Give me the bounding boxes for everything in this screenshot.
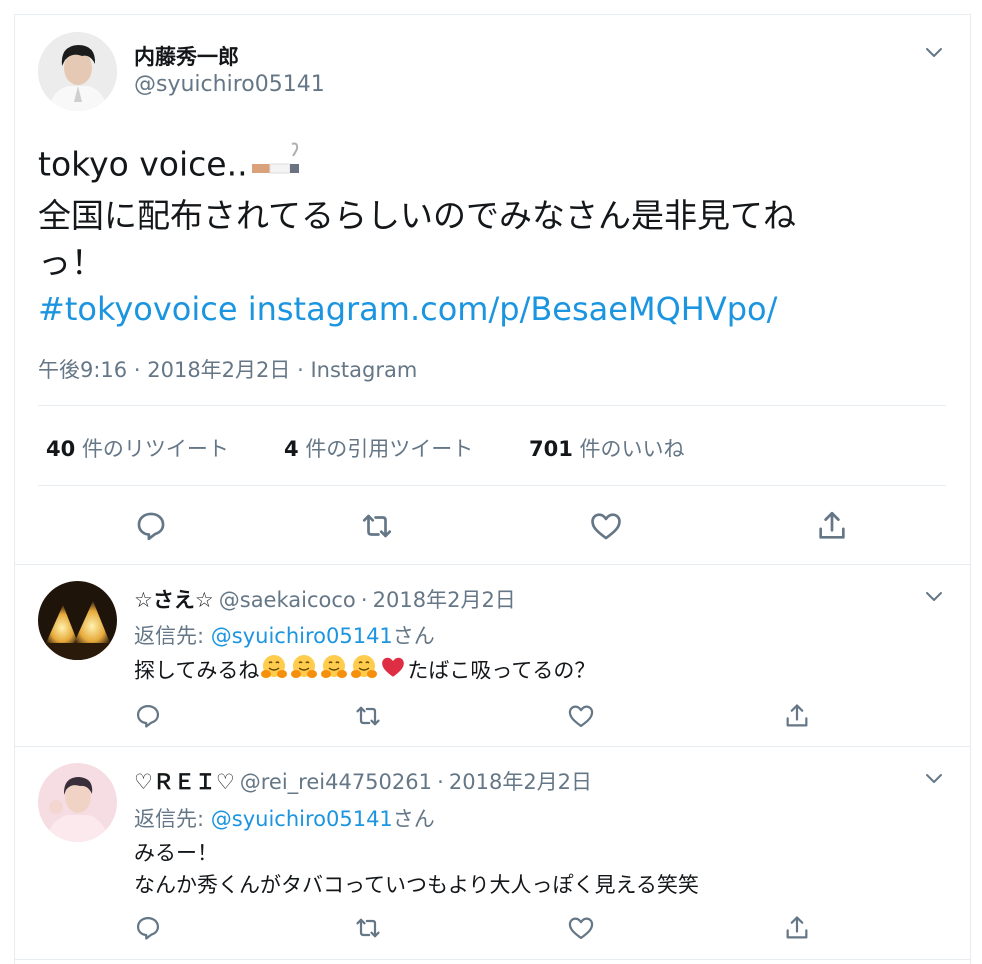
tweet-text-line3: っ！ xyxy=(38,243,104,282)
hugging-face-emoji xyxy=(349,653,379,690)
avatar-image xyxy=(38,763,117,842)
reply-to-line: 返信先: @syuichiro05141さん xyxy=(134,624,435,648)
reply-date[interactable]: 2018年2月2日 xyxy=(449,770,592,794)
tweet-date[interactable]: 2018年2月2日 xyxy=(147,358,290,382)
share-icon xyxy=(786,916,808,939)
reply-avatar[interactable] xyxy=(38,581,117,660)
reply-icon xyxy=(136,916,160,940)
like-button[interactable] xyxy=(589,509,623,543)
instagram-link[interactable]: instagram.com/p/BesaeMQHVpo/ xyxy=(248,290,778,328)
red-heart-emoji xyxy=(379,654,407,689)
reply-icon xyxy=(137,512,165,541)
reply-avatar[interactable] xyxy=(38,763,117,842)
reply-button[interactable] xyxy=(134,702,162,730)
chevron-down-icon[interactable] xyxy=(922,584,946,608)
reply-handle[interactable]: @rei_rei44750261 xyxy=(240,770,432,794)
like-button[interactable] xyxy=(567,702,595,730)
like-icon xyxy=(591,513,621,540)
main-tweet-avatar[interactable] xyxy=(38,32,117,111)
reply-header: ☆さえ☆ @saekaicoco · 2018年2月2日 xyxy=(134,588,516,612)
like-icon xyxy=(568,705,594,728)
reply-header: ♡ＲＥＩ♡ @rei_rei44750261 · 2018年2月2日 xyxy=(134,770,593,794)
divider xyxy=(38,485,946,486)
retweet-button[interactable] xyxy=(354,914,382,942)
main-tweet-display-name[interactable]: 内藤秀一郎 xyxy=(134,41,239,71)
tweet-time[interactable]: 午後9:16 xyxy=(38,358,127,382)
reply-icon xyxy=(136,704,160,728)
tweet-meta: 午後9:16 · 2018年2月2日 · Instagram xyxy=(38,358,418,382)
retweet-button[interactable] xyxy=(360,509,394,543)
quote-tweets-stat[interactable]: 4 件の引用ツイート xyxy=(284,433,473,463)
reply-button[interactable] xyxy=(134,509,168,543)
hugging-face-emoji xyxy=(289,653,319,690)
main-tweet-text: tokyo voice.. 全国に配布されてるらしいのでみなさん是非見てね っ！… xyxy=(38,140,918,333)
share-icon xyxy=(819,511,845,539)
reply-text: みるー！ なんか秀くんがタバコっていつもより大人っぽく見える笑笑 xyxy=(134,841,699,897)
reply-display-name[interactable]: ☆さえ☆ xyxy=(134,588,214,612)
reply-display-name[interactable]: ♡ＲＥＩ♡ xyxy=(134,770,235,794)
retweet-button[interactable] xyxy=(354,702,382,730)
divider xyxy=(38,405,946,406)
reply-to-handle-link[interactable]: @syuichiro05141 xyxy=(211,624,393,648)
divider xyxy=(14,564,971,565)
tweet-source[interactable]: Instagram xyxy=(310,358,417,382)
retweet-icon xyxy=(356,706,380,726)
reply-to-handle-link[interactable]: @syuichiro05141 xyxy=(211,807,393,831)
tweet-text-line1: tokyo voice.. xyxy=(38,140,918,192)
share-button[interactable] xyxy=(815,509,849,543)
share-button[interactable] xyxy=(783,702,811,730)
tweet-links: #tokyovoice instagram.com/p/BesaeMQHVpo/ xyxy=(38,286,918,333)
chevron-down-icon[interactable] xyxy=(922,766,946,790)
retweet-icon xyxy=(356,918,380,938)
reply-button[interactable] xyxy=(134,914,162,942)
avatar-image xyxy=(38,581,117,660)
avatar-image xyxy=(38,32,117,111)
hashtag-link[interactable]: #tokyovoice xyxy=(38,290,238,328)
reply-handle[interactable]: @saekaicoco xyxy=(219,588,356,612)
share-button[interactable] xyxy=(783,914,811,942)
reply-date[interactable]: 2018年2月2日 xyxy=(373,588,516,612)
divider xyxy=(14,746,971,747)
cigarette-emoji xyxy=(250,140,304,192)
retweets-stat[interactable]: 40 件のリツイート xyxy=(46,433,229,463)
reply-text: 探してみるね たばこ吸ってるの？ xyxy=(134,653,595,690)
hugging-face-emoji xyxy=(319,653,349,690)
retweet-icon xyxy=(362,514,392,538)
like-icon xyxy=(568,917,594,940)
divider xyxy=(14,959,971,960)
tweet-text-line2: 全国に配布されてるらしいのでみなさん是非見てね xyxy=(38,196,797,235)
main-tweet-handle[interactable]: @syuichiro05141 xyxy=(134,72,325,97)
hugging-face-emoji xyxy=(259,653,289,690)
share-icon xyxy=(786,704,808,727)
chevron-down-icon[interactable] xyxy=(922,40,946,64)
like-button[interactable] xyxy=(567,914,595,942)
likes-stat[interactable]: 701 件のいいね xyxy=(529,433,685,463)
reply-to-line: 返信先: @syuichiro05141さん xyxy=(134,807,435,831)
